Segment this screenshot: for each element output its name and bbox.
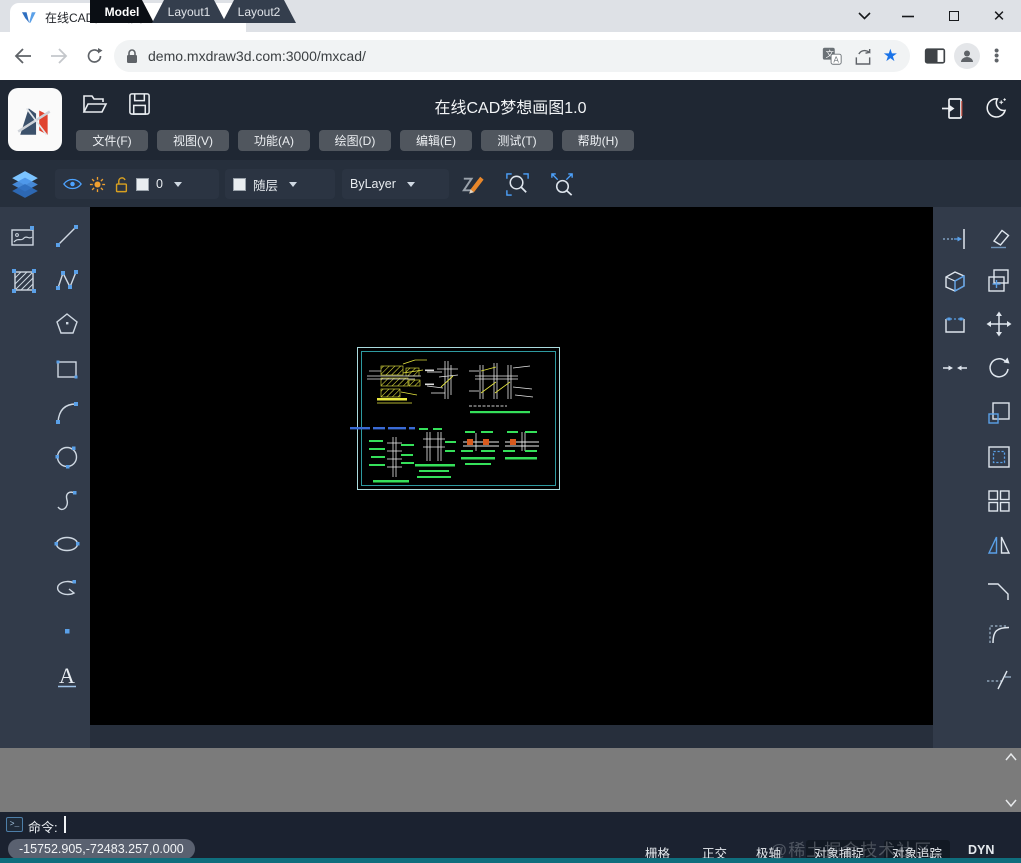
break-icon[interactable] — [982, 661, 1016, 695]
profile-avatar[interactable] — [954, 43, 980, 69]
coordinates-readout: -15752.905,-72483.257,0.000 — [8, 839, 195, 859]
cad-canvas[interactable] — [90, 207, 933, 725]
menu-test[interactable]: 测试(T) — [481, 130, 553, 151]
move-icon[interactable] — [982, 307, 1016, 341]
hatch-icon[interactable] — [7, 264, 41, 298]
url-text: demo.mxdraw3d.com:3000/mxcad/ — [148, 48, 811, 64]
browser-window: 在线CAD梦想画图 ✕ + ✕ demo.mxdraw3d.com:3 — [0, 0, 1021, 863]
rotate-icon[interactable] — [982, 351, 1016, 385]
current-color-swatch[interactable] — [233, 178, 246, 191]
eraser-icon[interactable] — [982, 221, 1016, 255]
side-panel-icon[interactable] — [924, 46, 946, 66]
login-icon[interactable] — [941, 97, 963, 120]
back-icon[interactable] — [14, 48, 32, 64]
menu-feature[interactable]: 功能(A) — [238, 130, 310, 151]
bookmark-star-icon[interactable]: ★ — [883, 46, 898, 66]
text-icon[interactable]: A — [50, 659, 84, 693]
chevron-down-icon[interactable] — [407, 182, 415, 187]
draw-pencil-icon[interactable] — [459, 171, 486, 198]
app-title: 在线CAD梦想画图1.0 — [0, 94, 1021, 118]
browser-tabstrip: 在线CAD梦想画图 ✕ + ✕ — [0, 0, 1021, 32]
polygon-icon[interactable] — [50, 307, 84, 341]
menu-view[interactable]: 视图(V) — [157, 130, 229, 151]
layers-icon[interactable] — [10, 169, 40, 199]
lengthen-icon[interactable] — [938, 221, 972, 255]
history-scroll-down-icon[interactable] — [1005, 798, 1017, 808]
browser-addressbar: demo.mxdraw3d.com:3000/mxcad/ 文 A ★ — [0, 32, 1021, 80]
pick-box-icon[interactable] — [982, 440, 1016, 474]
menu-draw[interactable]: 绘图(D) — [319, 130, 391, 151]
browser-menu-kebab-icon[interactable]: ••• — [994, 49, 999, 64]
3d-box-icon[interactable] — [938, 264, 972, 298]
menu-file[interactable]: 文件(F) — [76, 130, 148, 151]
layout-tabbar — [90, 725, 933, 748]
insert-image-icon[interactable] — [7, 220, 41, 254]
point-icon[interactable] — [50, 614, 84, 648]
polyline-icon[interactable] — [50, 263, 84, 297]
ellipse-icon[interactable] — [50, 527, 84, 561]
url-field[interactable]: demo.mxdraw3d.com:3000/mxcad/ 文 A ★ — [114, 40, 910, 72]
status-accent-bar — [0, 858, 1021, 863]
unlock-icon[interactable] — [113, 176, 129, 193]
stretch-icon[interactable] — [938, 307, 972, 341]
rectangle-icon[interactable] — [50, 352, 84, 386]
fillet-icon[interactable] — [982, 615, 1016, 649]
svg-text:A: A — [833, 55, 839, 64]
ellipse-arc-icon[interactable] — [50, 571, 84, 605]
chevron-down-icon[interactable] — [174, 182, 182, 187]
brightness-icon[interactable] — [89, 176, 106, 193]
history-scroll-up-icon[interactable] — [1005, 752, 1017, 762]
spline-icon[interactable] — [50, 483, 84, 517]
copy-icon[interactable] — [982, 264, 1016, 298]
translate-icon[interactable]: 文 A — [821, 45, 843, 67]
command-prompt-label: 命令: — [28, 817, 58, 836]
arc-icon[interactable] — [50, 396, 84, 430]
menu-edit[interactable]: 编辑(E) — [400, 130, 472, 151]
svg-text:A: A — [59, 663, 75, 688]
current-layer-name: 0 — [156, 177, 163, 191]
menu-help[interactable]: 帮助(H) — [562, 130, 634, 151]
window-maximize-button[interactable] — [940, 0, 968, 32]
zoom-extents-icon[interactable] — [549, 171, 576, 198]
layer-color-swatch[interactable] — [136, 178, 149, 191]
trim-icon[interactable] — [938, 351, 972, 385]
window-close-button[interactable]: ✕ — [984, 0, 1014, 32]
linetype-dropdown[interactable]: ByLayer — [342, 169, 449, 199]
command-prompt-icon: >_ — [6, 817, 23, 832]
mirror-icon[interactable] — [982, 528, 1016, 562]
toggle-dyn[interactable]: DYN — [968, 843, 994, 857]
line-icon[interactable] — [50, 219, 84, 253]
tab-layout2[interactable]: Layout2 — [222, 0, 296, 23]
reload-icon[interactable] — [86, 48, 103, 65]
cad-drawing — [357, 347, 560, 490]
chevron-down-icon[interactable] — [289, 182, 297, 187]
color-dropdown[interactable]: 随层 — [225, 169, 335, 199]
chamfer-icon[interactable] — [982, 572, 1016, 606]
layer-control-dropdown[interactable]: 0 — [55, 169, 219, 199]
current-linetype-label: ByLayer — [350, 177, 396, 191]
circle-icon[interactable] — [50, 440, 84, 474]
visibility-eye-icon[interactable] — [63, 177, 82, 191]
current-color-label: 随层 — [253, 175, 278, 194]
lock-icon — [126, 49, 138, 64]
command-input-cursor[interactable] — [64, 816, 66, 833]
tab-layout1[interactable]: Layout1 — [152, 0, 226, 23]
forward-icon[interactable] — [50, 48, 68, 64]
tab-search-chevron-icon[interactable] — [850, 0, 878, 32]
window-minimize-button[interactable] — [894, 0, 922, 32]
share-icon[interactable] — [853, 47, 873, 66]
status-bar: >_ 命令: -15752.905,-72483.257,0.000 栅格 正交… — [0, 812, 1021, 863]
scale-icon[interactable] — [982, 396, 1016, 430]
mxcad-favicon — [20, 9, 37, 26]
find-zoom-icon[interactable] — [504, 171, 531, 198]
dark-mode-moon-icon[interactable] — [984, 96, 1007, 119]
array-icon[interactable] — [982, 484, 1016, 518]
command-history-panel[interactable] — [0, 748, 1021, 812]
